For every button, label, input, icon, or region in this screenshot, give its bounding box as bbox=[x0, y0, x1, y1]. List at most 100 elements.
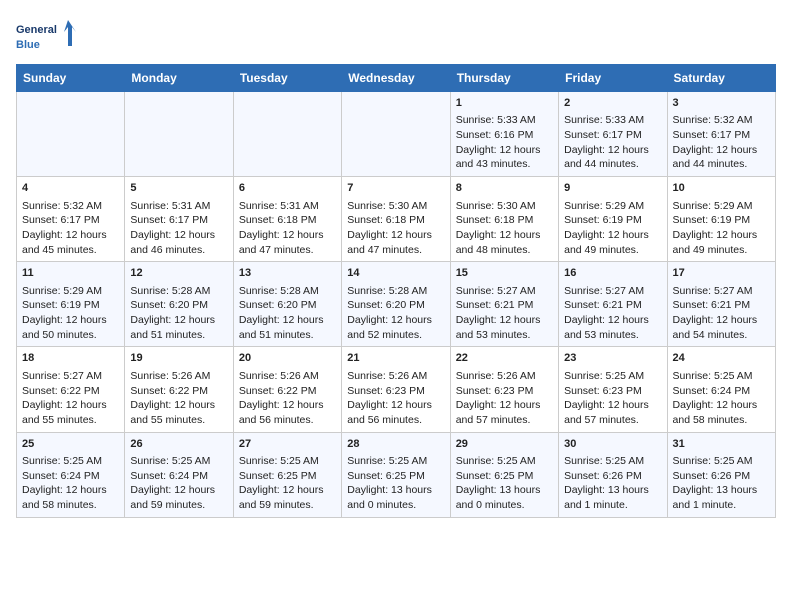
day-number: 17 bbox=[673, 266, 770, 281]
day-number: 6 bbox=[239, 181, 336, 196]
day-content: Sunrise: 5:25 AM Sunset: 6:23 PM Dayligh… bbox=[564, 369, 661, 428]
week-row-1: 1 Sunrise: 5:33 AM Sunset: 6:16 PM Daylig… bbox=[17, 92, 776, 177]
calendar-cell: 24 Sunrise: 5:25 AM Sunset: 6:24 PM Dayli… bbox=[667, 347, 775, 432]
svg-text:Blue: Blue bbox=[16, 39, 40, 51]
calendar-cell: 12 Sunrise: 5:28 AM Sunset: 6:20 PM Dayli… bbox=[125, 262, 233, 347]
day-number: 1 bbox=[456, 96, 553, 111]
calendar-cell: 11 Sunrise: 5:29 AM Sunset: 6:19 PM Dayli… bbox=[17, 262, 125, 347]
calendar-cell: 7 Sunrise: 5:30 AM Sunset: 6:18 PM Daylig… bbox=[342, 177, 450, 262]
calendar-cell: 15 Sunrise: 5:27 AM Sunset: 6:21 PM Dayli… bbox=[450, 262, 558, 347]
day-content: Sunrise: 5:25 AM Sunset: 6:26 PM Dayligh… bbox=[564, 454, 661, 513]
logo: General Blue bbox=[16, 16, 76, 56]
calendar-cell: 31 Sunrise: 5:25 AM Sunset: 6:26 PM Dayli… bbox=[667, 432, 775, 517]
calendar-cell: 23Sunrise: 5:25 AM Sunset: 6:23 PM Dayli… bbox=[559, 347, 667, 432]
day-number: 8 bbox=[456, 181, 553, 196]
week-row-2: 4 Sunrise: 5:32 AM Sunset: 6:17 PM Daylig… bbox=[17, 177, 776, 262]
calendar-cell: 20 Sunrise: 5:26 AM Sunset: 6:22 PM Dayli… bbox=[233, 347, 341, 432]
day-content: Sunrise: 5:32 AM Sunset: 6:17 PM Dayligh… bbox=[22, 199, 119, 258]
day-number: 3 bbox=[673, 96, 770, 111]
svg-text:General: General bbox=[16, 24, 57, 36]
day-number: 21 bbox=[347, 351, 444, 366]
day-number: 16 bbox=[564, 266, 661, 281]
day-content: Sunrise: 5:28 AM Sunset: 6:20 PM Dayligh… bbox=[130, 284, 227, 343]
calendar-cell: 4 Sunrise: 5:32 AM Sunset: 6:17 PM Daylig… bbox=[17, 177, 125, 262]
calendar-cell: 25Sunrise: 5:25 AM Sunset: 6:24 PM Dayli… bbox=[17, 432, 125, 517]
day-number: 31 bbox=[673, 437, 770, 452]
day-number: 30 bbox=[564, 437, 661, 452]
calendar-cell: 6 Sunrise: 5:31 AM Sunset: 6:18 PM Daylig… bbox=[233, 177, 341, 262]
day-content: Sunrise: 5:31 AM Sunset: 6:18 PM Dayligh… bbox=[239, 199, 336, 258]
day-content: Sunrise: 5:30 AM Sunset: 6:18 PM Dayligh… bbox=[456, 199, 553, 258]
header-day-wednesday: Wednesday bbox=[342, 65, 450, 92]
calendar-cell: 19Sunrise: 5:26 AM Sunset: 6:22 PM Dayli… bbox=[125, 347, 233, 432]
day-content: Sunrise: 5:25 AM Sunset: 6:25 PM Dayligh… bbox=[239, 454, 336, 513]
day-content: Sunrise: 5:26 AM Sunset: 6:23 PM Dayligh… bbox=[347, 369, 444, 428]
day-content: Sunrise: 5:27 AM Sunset: 6:22 PM Dayligh… bbox=[22, 369, 119, 428]
calendar-cell: 13 Sunrise: 5:28 AM Sunset: 6:20 PM Dayli… bbox=[233, 262, 341, 347]
day-content: Sunrise: 5:26 AM Sunset: 6:22 PM Dayligh… bbox=[239, 369, 336, 428]
day-content: Sunrise: 5:28 AM Sunset: 6:20 PM Dayligh… bbox=[239, 284, 336, 343]
header-day-thursday: Thursday bbox=[450, 65, 558, 92]
calendar-cell: 28Sunrise: 5:25 AM Sunset: 6:25 PM Dayli… bbox=[342, 432, 450, 517]
day-number: 12 bbox=[130, 266, 227, 281]
day-content: Sunrise: 5:25 AM Sunset: 6:26 PM Dayligh… bbox=[673, 454, 770, 513]
calendar-cell: 1 Sunrise: 5:33 AM Sunset: 6:16 PM Daylig… bbox=[450, 92, 558, 177]
day-number: 7 bbox=[347, 181, 444, 196]
day-content: Sunrise: 5:30 AM Sunset: 6:18 PM Dayligh… bbox=[347, 199, 444, 258]
day-number: 13 bbox=[239, 266, 336, 281]
calendar-cell bbox=[233, 92, 341, 177]
day-content: Sunrise: 5:26 AM Sunset: 6:22 PM Dayligh… bbox=[130, 369, 227, 428]
day-content: Sunrise: 5:27 AM Sunset: 6:21 PM Dayligh… bbox=[673, 284, 770, 343]
day-number: 5 bbox=[130, 181, 227, 196]
day-content: Sunrise: 5:29 AM Sunset: 6:19 PM Dayligh… bbox=[564, 199, 661, 258]
header-day-monday: Monday bbox=[125, 65, 233, 92]
day-content: Sunrise: 5:25 AM Sunset: 6:24 PM Dayligh… bbox=[673, 369, 770, 428]
calendar-cell: 3 Sunrise: 5:32 AM Sunset: 6:17 PM Daylig… bbox=[667, 92, 775, 177]
page-header: General Blue bbox=[16, 16, 776, 56]
logo-svg: General Blue bbox=[16, 16, 76, 56]
header-day-friday: Friday bbox=[559, 65, 667, 92]
day-content: Sunrise: 5:32 AM Sunset: 6:17 PM Dayligh… bbox=[673, 113, 770, 172]
calendar-table: SundayMondayTuesdayWednesdayThursdayFrid… bbox=[16, 64, 776, 518]
day-number: 11 bbox=[22, 266, 119, 281]
calendar-cell: 22 Sunrise: 5:26 AM Sunset: 6:23 PM Dayli… bbox=[450, 347, 558, 432]
day-number: 9 bbox=[564, 181, 661, 196]
calendar-header: SundayMondayTuesdayWednesdayThursdayFrid… bbox=[17, 65, 776, 92]
day-number: 4 bbox=[22, 181, 119, 196]
header-day-saturday: Saturday bbox=[667, 65, 775, 92]
calendar-cell: 9 Sunrise: 5:29 AM Sunset: 6:19 PM Daylig… bbox=[559, 177, 667, 262]
day-number: 20 bbox=[239, 351, 336, 366]
day-content: Sunrise: 5:29 AM Sunset: 6:19 PM Dayligh… bbox=[673, 199, 770, 258]
calendar-cell: 30 Sunrise: 5:25 AM Sunset: 6:26 PM Dayli… bbox=[559, 432, 667, 517]
calendar-cell: 2Sunrise: 5:33 AM Sunset: 6:17 PM Daylig… bbox=[559, 92, 667, 177]
day-content: Sunrise: 5:26 AM Sunset: 6:23 PM Dayligh… bbox=[456, 369, 553, 428]
day-content: Sunrise: 5:25 AM Sunset: 6:25 PM Dayligh… bbox=[456, 454, 553, 513]
day-number: 15 bbox=[456, 266, 553, 281]
day-number: 18 bbox=[22, 351, 119, 366]
day-content: Sunrise: 5:27 AM Sunset: 6:21 PM Dayligh… bbox=[564, 284, 661, 343]
day-number: 29 bbox=[456, 437, 553, 452]
calendar-cell: 10Sunrise: 5:29 AM Sunset: 6:19 PM Dayli… bbox=[667, 177, 775, 262]
day-content: Sunrise: 5:33 AM Sunset: 6:16 PM Dayligh… bbox=[456, 113, 553, 172]
day-number: 14 bbox=[347, 266, 444, 281]
day-content: Sunrise: 5:25 AM Sunset: 6:24 PM Dayligh… bbox=[130, 454, 227, 513]
day-content: Sunrise: 5:27 AM Sunset: 6:21 PM Dayligh… bbox=[456, 284, 553, 343]
day-number: 27 bbox=[239, 437, 336, 452]
calendar-cell: 17 Sunrise: 5:27 AM Sunset: 6:21 PM Dayli… bbox=[667, 262, 775, 347]
day-number: 28 bbox=[347, 437, 444, 452]
header-day-sunday: Sunday bbox=[17, 65, 125, 92]
day-number: 22 bbox=[456, 351, 553, 366]
calendar-cell: 14 Sunrise: 5:28 AM Sunset: 6:20 PM Dayli… bbox=[342, 262, 450, 347]
day-number: 25 bbox=[22, 437, 119, 452]
day-content: Sunrise: 5:28 AM Sunset: 6:20 PM Dayligh… bbox=[347, 284, 444, 343]
calendar-cell: 5 Sunrise: 5:31 AM Sunset: 6:17 PM Daylig… bbox=[125, 177, 233, 262]
day-number: 24 bbox=[673, 351, 770, 366]
calendar-cell bbox=[125, 92, 233, 177]
day-content: Sunrise: 5:33 AM Sunset: 6:17 PM Dayligh… bbox=[564, 113, 661, 172]
day-content: Sunrise: 5:29 AM Sunset: 6:19 PM Dayligh… bbox=[22, 284, 119, 343]
calendar-cell bbox=[17, 92, 125, 177]
day-content: Sunrise: 5:31 AM Sunset: 6:17 PM Dayligh… bbox=[130, 199, 227, 258]
week-row-5: 25 Sunrise: 5:25 AM Sunset: 6:24 PM Dayli… bbox=[17, 432, 776, 517]
week-row-3: 11 Sunrise: 5:29 AM Sunset: 6:19 PM Dayli… bbox=[17, 262, 776, 347]
calendar-cell: 21 Sunrise: 5:26 AM Sunset: 6:23 PM Dayli… bbox=[342, 347, 450, 432]
